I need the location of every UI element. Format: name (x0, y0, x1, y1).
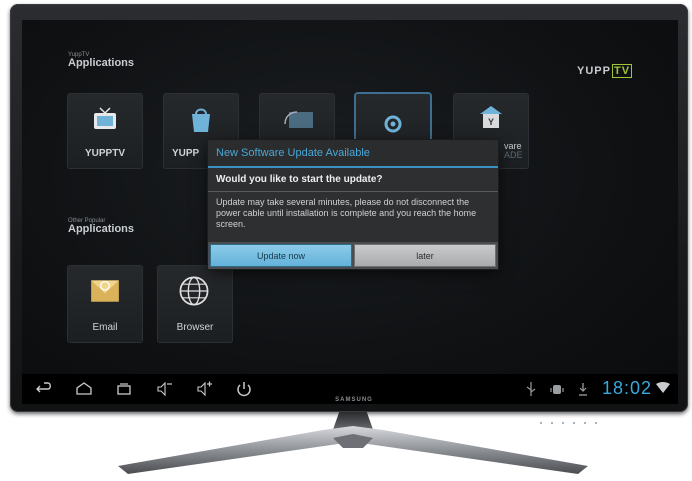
power-icon[interactable] (234, 379, 254, 399)
shopping-bag-icon (192, 108, 210, 132)
tv-brand-logo: SAMSUNG (335, 397, 373, 403)
app-label-software-update: vare ADE (504, 142, 523, 160)
recent-apps-icon[interactable] (114, 379, 134, 399)
logo-tv-badge: TV (611, 64, 633, 78)
clock: 18:02 (601, 378, 652, 398)
app-tile-email[interactable]: Email (68, 266, 142, 342)
logo-text: YUPP (577, 65, 611, 77)
update-icon: Y (480, 106, 502, 128)
dialog-button-bar: Update now later (208, 242, 498, 269)
dialog-title: New Software Update Available (208, 140, 498, 168)
download-icon (579, 383, 587, 396)
volume-down-icon[interactable] (154, 379, 174, 399)
svg-text:Y: Y (488, 117, 494, 127)
android-debug-icon (550, 385, 564, 394)
app-label-browser: Browser (176, 322, 214, 333)
back-icon[interactable] (34, 379, 54, 399)
app-label-yupptv: YUPPTV (84, 148, 125, 159)
dialog-body: Update may take several minutes, please … (216, 197, 477, 229)
wifi-icon (656, 382, 670, 393)
apps-section-heading: Applications (68, 57, 135, 69)
email-icon (91, 280, 119, 302)
home-icon[interactable] (74, 379, 94, 399)
tv-indicator-leds (540, 411, 620, 424)
gear-icon (384, 115, 402, 133)
volume-up-icon[interactable] (194, 379, 214, 399)
yupptv-logo: YUPP TV (577, 64, 633, 78)
tv-icon (94, 107, 116, 129)
app-tile-yupptv[interactable]: YUPPTV (68, 94, 142, 168)
screen-cast-icon (284, 111, 313, 128)
usb-icon (526, 382, 536, 396)
app-label-update-line2: ADE (504, 150, 523, 160)
globe-icon (179, 276, 209, 306)
tv-stand-base (118, 426, 588, 474)
apps-section-title: YuppTV Applications (68, 52, 134, 69)
other-apps-heading: Applications (68, 223, 135, 235)
update-dialog: New Software Update Available Would you … (208, 140, 498, 269)
tv-screen: YuppTV Applications YUPPTV YUPPTV YUPP (22, 20, 678, 404)
other-apps-section-title: Other Popular Applications (68, 218, 134, 235)
later-button[interactable]: later (354, 244, 496, 267)
app-label-email: Email (92, 322, 118, 333)
update-now-button[interactable]: Update now (210, 244, 352, 267)
dialog-question: Would you like to start the update? (216, 174, 383, 185)
app-tile-browser[interactable]: Browser (158, 266, 232, 342)
